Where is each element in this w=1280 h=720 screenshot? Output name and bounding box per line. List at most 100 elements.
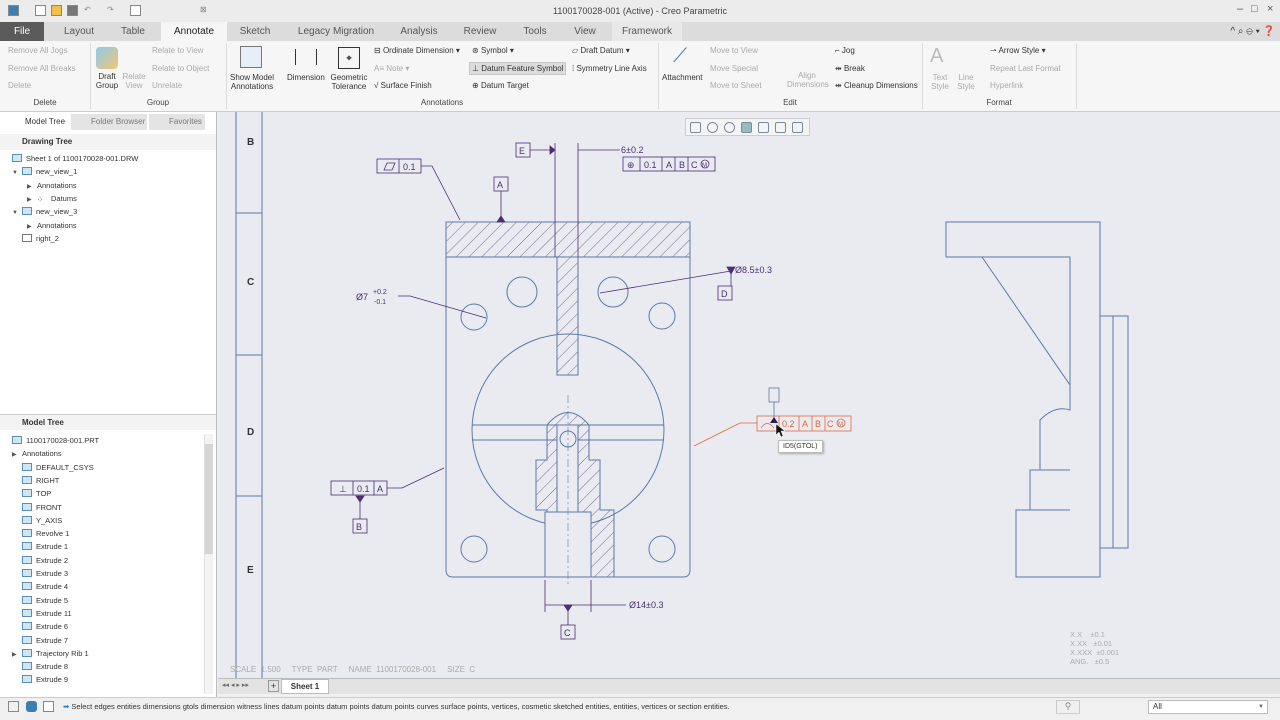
tree-item-annotations[interactable]: ▶ Annotations (27, 219, 77, 232)
model-tree-item[interactable]: 1100170028-001.PRT (12, 434, 99, 447)
model-tree-item[interactable]: Extrude 3 (22, 567, 68, 580)
hyperlink-button[interactable]: Hyperlink (990, 81, 1023, 90)
relate-view-button[interactable]: Relate View (122, 72, 146, 90)
model-tree-item[interactable]: Extrude 4 (22, 580, 68, 593)
datum-display-icon[interactable] (775, 122, 786, 133)
minimize-button[interactable]: – (1237, 3, 1243, 15)
model-tree-item[interactable]: Extrude 7 (22, 634, 68, 647)
side-view[interactable] (945, 221, 1129, 578)
tab-model-tree[interactable]: Model Tree (5, 114, 69, 130)
dimension-button[interactable]: Dimension (287, 73, 325, 82)
attachment-button[interactable]: Attachment (662, 73, 702, 82)
symbol-button[interactable]: ⊛ Symbol ▾ (472, 46, 514, 55)
tree-item-annotations[interactable]: ▶ Annotations (27, 179, 77, 192)
add-sheet-button[interactable]: + (268, 680, 279, 692)
help-icons[interactable]: ^ ⌕ ⊖ ▾ ❓ (1190, 22, 1275, 41)
model-tree-item[interactable]: Extrude 11 (22, 607, 72, 620)
tree-item-sheet[interactable]: Sheet 1 of 1100170028-001.DRW (12, 152, 138, 165)
model-tree-item[interactable]: ▶ Annotations (12, 447, 62, 460)
break-button[interactable]: ⇹ Break (835, 64, 865, 73)
dim-8-5[interactable]: D Ø8.5±0.3 (599, 265, 772, 301)
model-tree-item[interactable]: Revolve 1 (22, 527, 69, 540)
tab-analysis[interactable]: Analysis (393, 22, 445, 41)
delete-button[interactable]: Delete (8, 81, 31, 90)
maximize-button[interactable]: □ (1251, 3, 1258, 15)
model-tree-item[interactable]: Extrude 6 (22, 620, 68, 633)
model-tree-scrollbar[interactable] (204, 434, 213, 694)
datum-target-button[interactable]: ⊕ Datum Target (472, 81, 529, 90)
delete-group-label[interactable]: Delete (0, 98, 90, 107)
model-tree-item[interactable]: DEFAULT_CSYS (22, 461, 94, 474)
close-button[interactable]: × (1267, 3, 1273, 15)
annotation-display-icon[interactable] (792, 122, 803, 133)
model-tree-item[interactable]: ▶ Trajectory Rib 1 (12, 647, 89, 660)
annotations-group-label[interactable]: Annotations (226, 98, 658, 107)
model-tree-item[interactable]: Extrude 8 (22, 660, 68, 673)
position-fcf[interactable]: ⊕ 0.1 A B C M (622, 156, 716, 172)
perpendicularity-fcf[interactable]: ⊥ 0.1 A B (330, 467, 445, 534)
tab-folder-browser[interactable]: Folder Browser (71, 114, 147, 130)
tree-item-right-2[interactable]: right_2 (22, 232, 59, 245)
drawing-tree-header[interactable]: Drawing Tree (0, 134, 216, 150)
tree-item-new-view-3[interactable]: ▼ new_view_3 (12, 205, 77, 218)
tab-annotate[interactable]: Annotate (161, 22, 227, 41)
arrow-style-button[interactable]: ⇀ Arrow Style ▾ (990, 46, 1046, 55)
dim-7[interactable]: Ø7 +0.2 -0.1 (356, 289, 487, 319)
geometric-tolerance-button[interactable]: Geometric Tolerance (329, 73, 369, 91)
model-tree-header[interactable]: Model Tree (0, 414, 216, 430)
jog-button[interactable]: ⌐ Jog (835, 46, 855, 55)
surface-finish-button[interactable]: √ Surface Finish (374, 81, 432, 90)
drawing-canvas[interactable]: B C D E 0.1 A E 6±0.2 ⊕ 0.1 A B C M Ø7 +… (218, 112, 1280, 678)
line-style-button[interactable]: Line Style (956, 73, 976, 91)
tab-favorites[interactable]: Favorites (149, 114, 205, 130)
find-icon[interactable]: ⚲ (1056, 700, 1080, 714)
symmetry-line-axis-button[interactable]: ⁞ Symmetry Line Axis (572, 64, 647, 73)
navigator-toggle-icon[interactable] (8, 701, 19, 712)
ordinate-dimension-button[interactable]: ⊟ Ordinate Dimension ▾ (374, 46, 460, 55)
selection-filter-dropdown[interactable]: All ▼ (1148, 700, 1268, 714)
dim-6[interactable]: 6±0.2 (621, 145, 643, 155)
datum-feature-symbol-button[interactable]: ⊥ Datum Feature Symbol (469, 62, 567, 75)
remove-all-jogs-button[interactable]: Remove All Jogs (8, 46, 68, 55)
tab-layout[interactable]: Layout (55, 22, 103, 41)
tree-item-datums[interactable]: ▶ ⁘ Datums (27, 192, 77, 205)
model-tree-item[interactable]: Extrude 1 (22, 540, 68, 553)
align-dimensions-button[interactable]: Align Dimensions (787, 71, 829, 89)
text-style-button[interactable]: Text Style (930, 73, 950, 91)
tab-tools[interactable]: Tools (513, 22, 557, 41)
model-tree-item[interactable]: TOP (22, 487, 51, 500)
relate-to-view-button[interactable]: Relate to View (152, 46, 203, 55)
drawing-sheet[interactable]: B C D E 0.1 A E 6±0.2 ⊕ 0.1 A B C M Ø7 +… (218, 112, 1280, 678)
show-model-annotations-button[interactable]: Show Model Annotations (229, 73, 275, 91)
model-tree-item[interactable]: Extrude 9 (22, 673, 68, 686)
sheet-tab[interactable]: Sheet 1 (281, 679, 329, 694)
datum-a[interactable]: A (493, 176, 509, 223)
model-tree-item[interactable]: Y_AXIS (22, 514, 62, 527)
section-view[interactable] (445, 221, 691, 585)
zoom-in-icon[interactable] (707, 122, 718, 133)
edit-group-label[interactable]: Edit (658, 98, 922, 107)
cleanup-dimensions-button[interactable]: ⇹ Cleanup Dimensions (835, 81, 918, 90)
dim-14[interactable]: C Ø14±0.3 (544, 580, 663, 640)
relate-to-object-button[interactable]: Relate to Object (152, 64, 209, 73)
move-to-sheet-button[interactable]: Move to Sheet (710, 81, 762, 90)
repeat-last-format-button[interactable]: Repeat Last Format (990, 64, 1061, 73)
model-tree-item[interactable]: Extrude 2 (22, 554, 68, 567)
tab-framework[interactable]: Framework (612, 22, 682, 41)
draft-datum-button[interactable]: ▱ Draft Datum ▾ (572, 46, 630, 55)
tab-sketch[interactable]: Sketch (232, 22, 278, 41)
full-screen-icon[interactable] (43, 701, 54, 712)
tab-file[interactable]: File (0, 22, 44, 41)
model-tree-item[interactable]: Extrude 5 (22, 594, 68, 607)
tab-legacy-migration[interactable]: Legacy Migration (286, 22, 386, 41)
remove-all-breaks-button[interactable]: Remove All Breaks (8, 64, 76, 73)
tab-review[interactable]: Review (455, 22, 505, 41)
refit-icon[interactable] (690, 122, 701, 133)
move-special-button[interactable]: Move Special (710, 64, 758, 73)
tab-table[interactable]: Table (110, 22, 156, 41)
profile-fcf-selected[interactable]: 0.2 A B C M (693, 387, 852, 447)
note-button[interactable]: A≡ Note ▾ (374, 64, 409, 73)
flatness-fcf[interactable]: 0.1 (376, 158, 461, 221)
tab-view[interactable]: View (565, 22, 605, 41)
browser-toggle-icon[interactable] (26, 701, 37, 712)
